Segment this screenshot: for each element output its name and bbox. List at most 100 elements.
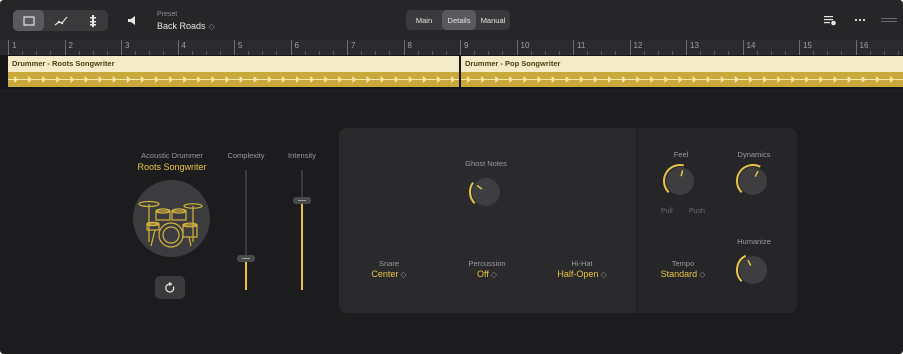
view-lines-button[interactable] <box>880 10 898 30</box>
refresh-pattern-button[interactable] <box>155 276 185 299</box>
hit-marker <box>593 76 598 83</box>
drummer-editor: Acoustic Drummer Roots Songwriter Comple… <box>0 92 903 354</box>
region-header: Drummer - Roots Songwriter <box>8 56 459 72</box>
tab-main[interactable]: Main <box>406 10 442 30</box>
hit-marker <box>140 76 145 83</box>
tab-details[interactable]: Details <box>442 10 476 30</box>
drummer-region-1[interactable]: Drummer - Roots Songwriter <box>8 56 459 87</box>
bar-number: 15 <box>799 40 812 55</box>
bar-number: 10 <box>516 40 529 55</box>
view-tabs: Main Details Manual <box>406 10 510 30</box>
more-icon <box>854 18 866 22</box>
drummer-type-label: Acoustic Drummer <box>141 151 203 160</box>
region-header: Drummer - Pop Songwriter <box>461 56 903 72</box>
hit-marker <box>211 76 216 83</box>
hit-marker <box>112 76 117 83</box>
automation-button[interactable] <box>45 10 76 31</box>
hit-marker <box>847 76 852 83</box>
complexity-slider[interactable] <box>236 170 256 290</box>
hihat-label: Hi-Hat <box>571 259 593 268</box>
hit-marker <box>734 76 739 83</box>
settings-sliders-icon <box>823 14 837 26</box>
drummer-region-2[interactable]: Drummer - Pop Songwriter <box>461 56 903 87</box>
hit-marker <box>706 76 711 83</box>
hit-marker <box>875 76 880 83</box>
percussion-selector[interactable]: Off ◇ <box>447 269 527 279</box>
hit-marker <box>267 76 272 83</box>
hit-marker <box>509 76 514 83</box>
bar-number: 12 <box>629 40 642 55</box>
hit-marker <box>338 76 343 83</box>
slider-fill <box>245 258 247 290</box>
slider-thumb[interactable] <box>293 197 311 204</box>
toolbar: Preset Back Roads ◇ Main Details Manual <box>0 0 903 40</box>
hit-marker <box>833 76 838 83</box>
tempo-selector[interactable]: Standard ◇ <box>643 269 723 279</box>
bar-number: 3 <box>121 40 129 55</box>
hit-marker <box>890 76 894 83</box>
hit-marker <box>84 76 89 83</box>
hit-marker <box>565 76 570 83</box>
tempo-label: Tempo <box>671 259 695 268</box>
hit-marker <box>239 76 244 83</box>
hit-marker <box>70 76 75 83</box>
bar-number: 7 <box>347 40 355 55</box>
hit-marker <box>310 76 315 83</box>
tab-manual[interactable]: Manual <box>476 10 510 30</box>
hihat-selector[interactable]: Half-Open ◇ <box>542 269 622 279</box>
intensity-label: Intensity <box>288 151 316 160</box>
hit-marker <box>422 76 427 83</box>
chevron-updown-icon: ◇ <box>600 270 607 279</box>
chevron-updown-icon: ◇ <box>400 270 407 279</box>
feel-knob[interactable] <box>662 163 698 204</box>
hit-marker <box>664 76 669 83</box>
drummer-name[interactable]: Roots Songwriter <box>120 162 224 172</box>
timeline-ruler[interactable]: 1 2 3 4 5 6 7 8 9 10 11 12 13 14 15 16 <box>0 40 903 55</box>
ghost-notes-knob[interactable] <box>468 174 504 215</box>
hit-marker <box>537 76 542 83</box>
hit-marker <box>622 76 627 83</box>
intensity-slider[interactable] <box>292 170 312 290</box>
region-pattern <box>461 72 903 87</box>
dynamics-knob[interactable] <box>735 163 771 204</box>
hit-marker <box>225 76 230 83</box>
refresh-icon <box>164 281 176 294</box>
hit-marker <box>777 76 782 83</box>
bar-number: 8 <box>403 40 412 55</box>
drum-kit-avatar[interactable] <box>133 180 210 257</box>
preset-selector[interactable]: Back Roads ◇ <box>157 21 215 31</box>
hit-marker <box>678 76 683 83</box>
hit-marker <box>155 76 159 83</box>
hit-marker <box>467 76 471 83</box>
step-sequencer-button[interactable] <box>77 10 108 31</box>
bar-number: 2 <box>64 40 73 55</box>
snare-value: Center <box>371 269 399 279</box>
hit-marker <box>98 76 103 83</box>
hit-marker <box>749 76 753 83</box>
hit-marker <box>608 76 612 83</box>
slider-thumb[interactable] <box>237 255 255 262</box>
snare-selector[interactable]: Center ◇ <box>349 269 429 279</box>
bar-number: 1 <box>8 40 16 55</box>
percussion-value: Off <box>477 269 489 279</box>
hit-marker <box>692 76 697 83</box>
editor-view-button[interactable] <box>13 10 44 31</box>
hit-marker <box>296 76 300 83</box>
hit-marker <box>861 76 866 83</box>
tempo-value: Standard <box>660 269 698 279</box>
more-button[interactable] <box>853 10 867 30</box>
hit-marker <box>14 76 18 83</box>
complexity-label: Complexity <box>227 151 265 160</box>
hit-marker <box>650 76 655 83</box>
bar-number: 6 <box>290 40 299 55</box>
library-settings-button[interactable] <box>822 10 838 30</box>
hit-marker <box>253 76 258 83</box>
knob-dial <box>663 164 694 195</box>
speaker-button[interactable] <box>126 10 140 30</box>
hit-marker <box>408 76 413 83</box>
drum-kit-icon <box>138 200 203 248</box>
bar-number: 16 <box>855 40 868 55</box>
ghost-notes-label: Ghost Notes <box>465 159 507 168</box>
dynamics-label: Dynamics <box>737 150 771 159</box>
humanize-knob[interactable] <box>735 252 771 293</box>
